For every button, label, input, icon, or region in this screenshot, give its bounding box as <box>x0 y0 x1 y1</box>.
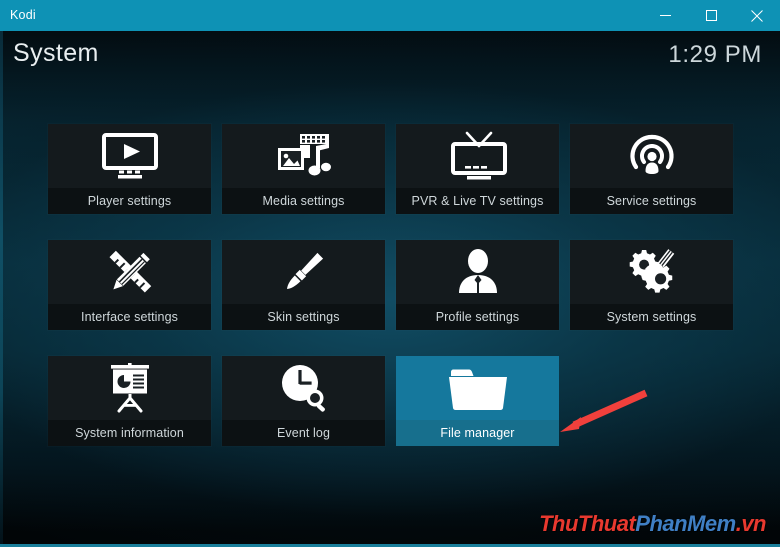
window-controls <box>642 0 780 31</box>
tile-label: Event log <box>222 420 385 446</box>
tile-media-settings[interactable]: Media settings <box>222 124 385 214</box>
tile-profile-settings[interactable]: Profile settings <box>396 240 559 330</box>
window-titlebar: Kodi <box>0 0 780 31</box>
maximize-button[interactable] <box>688 0 734 31</box>
clock-label: 1:29 PM <box>668 41 762 68</box>
tile-label: File manager <box>396 420 559 446</box>
watermark-part-2: PhanMem <box>635 511 736 536</box>
presentation-chart-icon <box>48 356 211 420</box>
tile-skin-settings[interactable]: Skin settings <box>222 240 385 330</box>
kodi-screen: System 1:29 PM Player settings Media set… <box>0 31 780 547</box>
watermark-part-1: ThuThuat <box>539 511 636 536</box>
tile-interface-settings[interactable]: Interface settings <box>48 240 211 330</box>
tile-label: Profile settings <box>396 304 559 330</box>
tile-label: System settings <box>570 304 733 330</box>
tile-label: Service settings <box>570 188 733 214</box>
media-photo-music-icon <box>222 124 385 188</box>
tile-player-settings[interactable]: Player settings <box>48 124 211 214</box>
minimize-button[interactable] <box>642 0 688 31</box>
tile-pvr-live-tv-settings[interactable]: PVR & Live TV settings <box>396 124 559 214</box>
tv-antenna-icon <box>396 124 559 188</box>
watermark-part-3: .vn <box>735 511 767 536</box>
tile-label: Interface settings <box>48 304 211 330</box>
settings-grid: Player settings Media settings PVR & Liv… <box>48 124 734 446</box>
clock-search-icon <box>222 356 385 420</box>
close-icon <box>751 9 763 22</box>
paintbrush-icon <box>222 240 385 304</box>
tile-system-settings[interactable]: System settings <box>570 240 733 330</box>
tile-label: Skin settings <box>222 304 385 330</box>
minimize-icon <box>659 15 671 16</box>
tile-label: Media settings <box>222 188 385 214</box>
kodi-window: Kodi System 1:29 PM Player settings Medi… <box>0 0 780 547</box>
watermark: ThuThuatPhanMem.vn <box>539 513 766 535</box>
pencil-ruler-icon <box>48 240 211 304</box>
page-title: System <box>13 39 99 67</box>
close-button[interactable] <box>734 0 780 31</box>
broadcast-person-icon <box>570 124 733 188</box>
maximize-icon <box>705 10 717 21</box>
tv-play-icon <box>48 124 211 188</box>
tile-service-settings[interactable]: Service settings <box>570 124 733 214</box>
window-title: Kodi <box>10 8 36 22</box>
tile-label: PVR & Live TV settings <box>396 188 559 214</box>
folder-icon <box>396 356 559 420</box>
tile-event-log[interactable]: Event log <box>222 356 385 446</box>
person-icon <box>396 240 559 304</box>
tile-file-manager[interactable]: File manager <box>396 356 559 446</box>
tile-label: System information <box>48 420 211 446</box>
left-edge-accent <box>0 31 3 547</box>
gears-screwdriver-icon <box>570 240 733 304</box>
tile-system-information[interactable]: System information <box>48 356 211 446</box>
tile-label: Player settings <box>48 188 211 214</box>
